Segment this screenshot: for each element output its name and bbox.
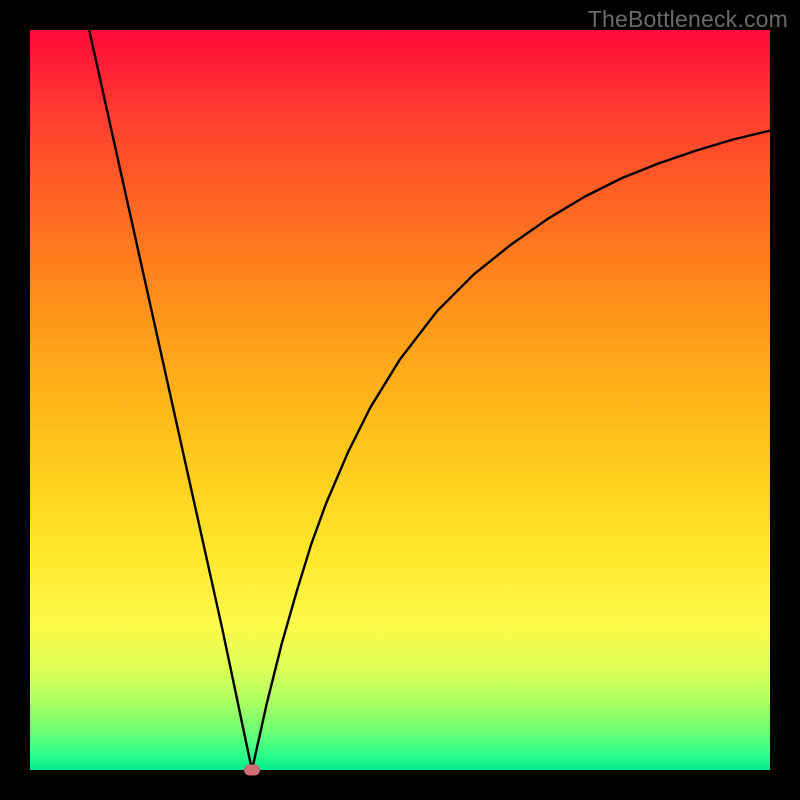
optimum-marker: [244, 765, 260, 776]
plot-area: [30, 30, 770, 770]
watermark-text: TheBottleneck.com: [588, 6, 788, 33]
chart-frame: TheBottleneck.com: [0, 0, 800, 800]
